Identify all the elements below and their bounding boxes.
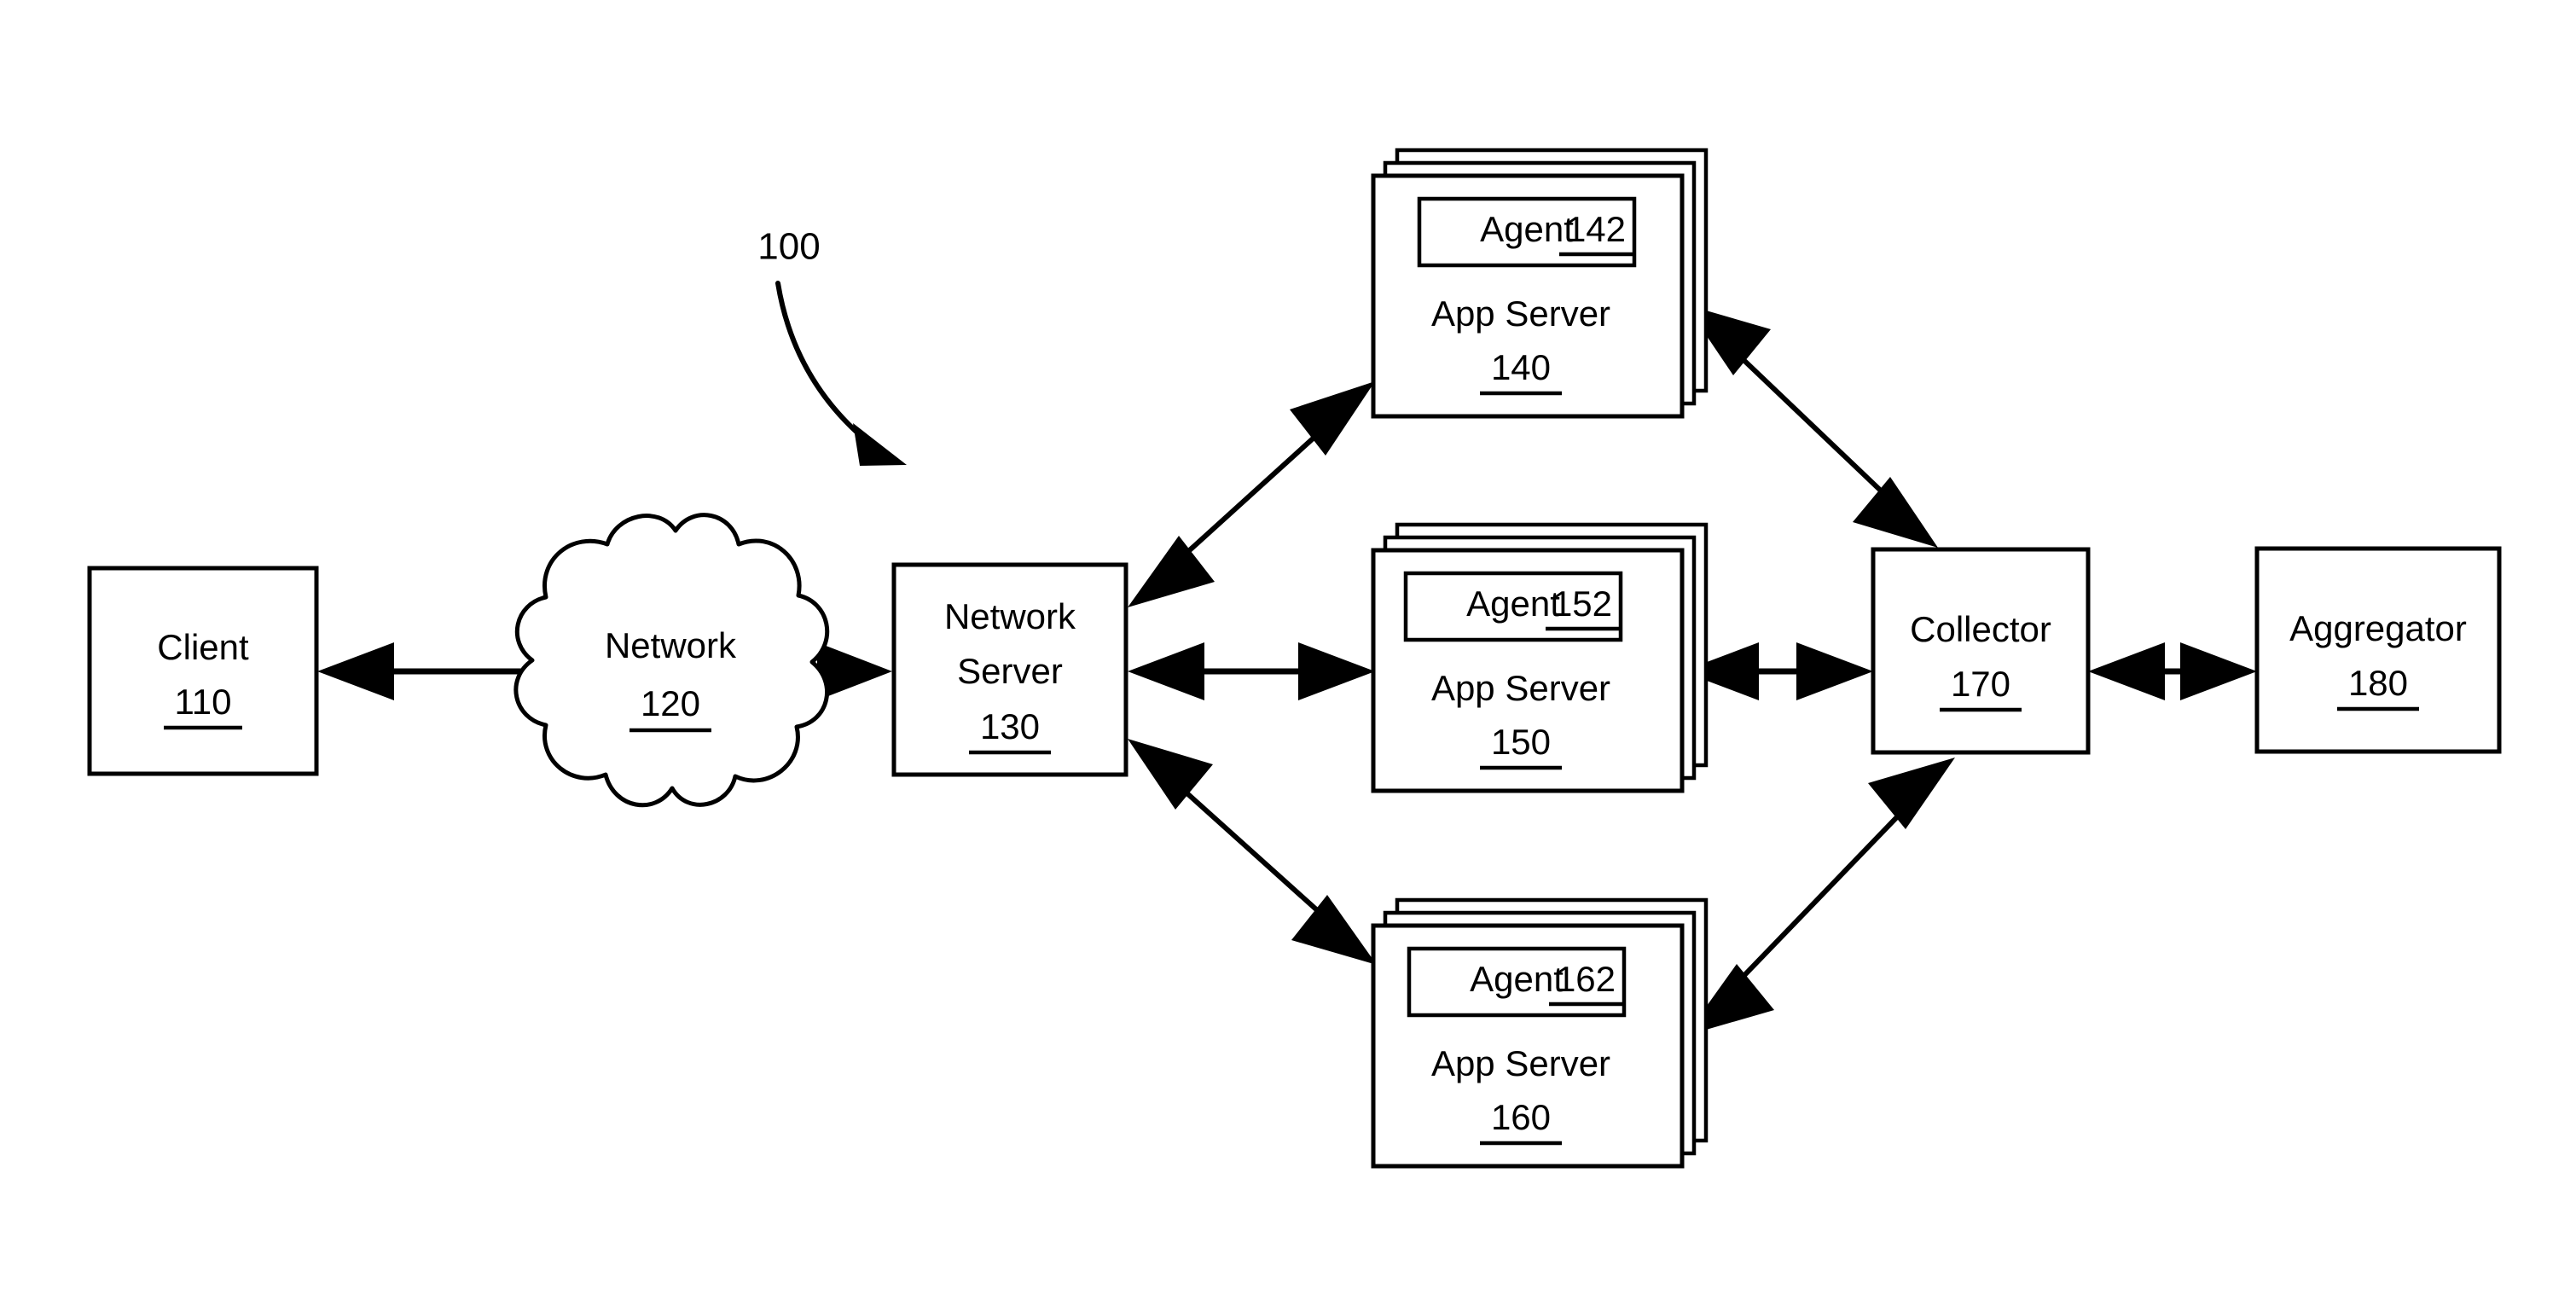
connector-networkserver-appserver140 <box>1128 381 1375 607</box>
curved-arrow-icon <box>775 281 881 453</box>
connector-collector-aggregator <box>2088 642 2257 700</box>
client-label: Client <box>157 627 249 667</box>
network-server-label-line2: Server <box>957 651 1063 691</box>
connector-appserver150-collector <box>1682 642 1873 700</box>
node-client[interactable]: Client 110 <box>87 566 319 776</box>
network-ref: 120 <box>641 683 700 723</box>
figure-reference-numeral: 100 <box>757 226 820 268</box>
client-ref: 110 <box>175 682 232 722</box>
node-app-server-150[interactable]: Agent 152 App Server 150 <box>1371 522 1709 793</box>
node-app-server-140[interactable]: Agent 142 App Server 140 <box>1371 148 1709 419</box>
diagram-canvas: 100 Client 110 Network 120 Network Serve… <box>0 0 2576 1289</box>
network-server-ref: 130 <box>980 706 1040 746</box>
agent-152-ref: 152 <box>1552 584 1612 624</box>
aggregator-label: Aggregator <box>2289 608 2467 648</box>
connector-networkserver-appserver160 <box>1128 739 1377 965</box>
app-server-150-ref: 150 <box>1491 722 1551 762</box>
figure-reference-callout: 100 <box>757 226 907 466</box>
agent-152-label: Agent <box>1466 584 1560 624</box>
app-server-140-ref: 140 <box>1491 347 1551 387</box>
node-app-server-160[interactable]: Agent 162 App Server 160 <box>1371 897 1709 1169</box>
app-server-150-label: App Server <box>1431 668 1610 708</box>
collector-ref: 170 <box>1951 664 2010 704</box>
connector-appserver160-collector <box>1685 758 1955 1036</box>
app-server-160-ref: 160 <box>1491 1097 1551 1137</box>
network-label: Network <box>605 625 737 665</box>
agent-142-ref: 142 <box>1566 209 1626 249</box>
node-network[interactable]: Network 120 <box>513 513 830 808</box>
network-server-label-line1: Network <box>944 596 1076 636</box>
connector-appserver140-collector <box>1685 305 1938 548</box>
curved-arrow-head-icon <box>853 423 907 466</box>
app-server-160-label: App Server <box>1431 1043 1610 1083</box>
node-network-server[interactable]: Network Server 130 <box>891 562 1128 777</box>
collector-label: Collector <box>1910 609 2051 649</box>
agent-162-label: Agent <box>1470 959 1564 999</box>
connector-networkserver-appserver150 <box>1128 642 1375 700</box>
agent-162-ref: 162 <box>1556 959 1616 999</box>
app-server-140-label: App Server <box>1431 293 1610 334</box>
node-aggregator[interactable]: Aggregator 180 <box>2254 546 2502 754</box>
aggregator-ref: 180 <box>2348 663 2408 703</box>
node-collector[interactable]: Collector 170 <box>1871 547 2091 755</box>
system-architecture-diagram: 100 Client 110 Network 120 Network Serve… <box>87 148 2502 1169</box>
agent-142-label: Agent <box>1480 209 1574 249</box>
